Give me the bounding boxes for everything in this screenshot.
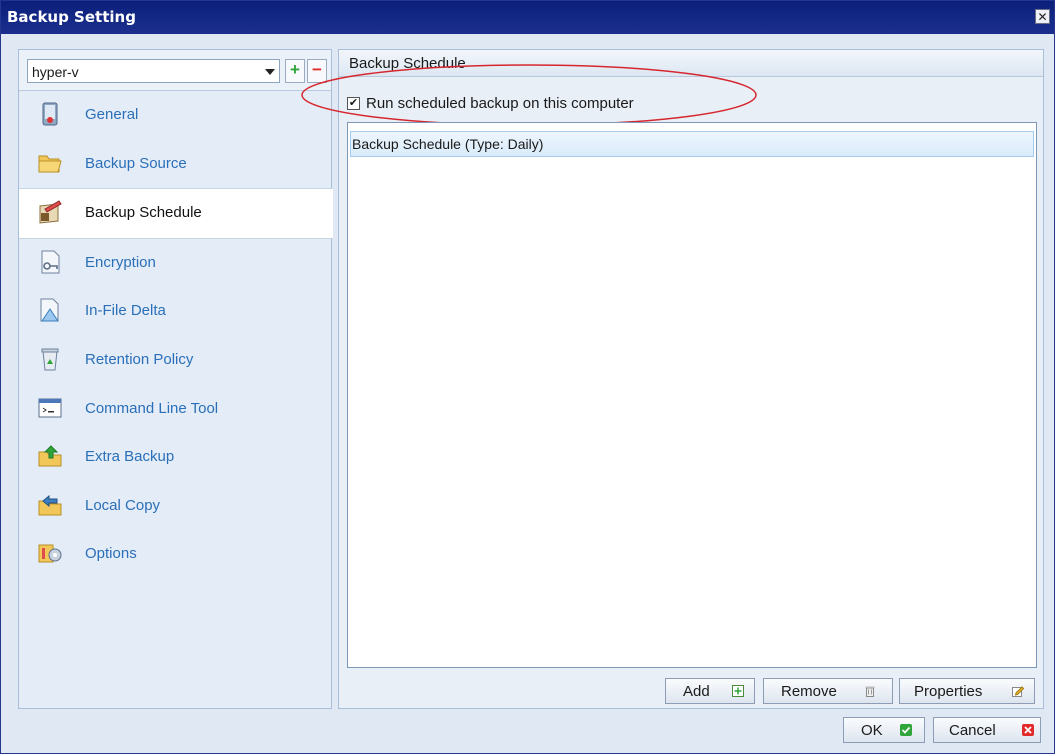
sidebar: hyper-v + − General Backup Source Backup… (18, 49, 333, 709)
add-icon (732, 685, 744, 697)
check-icon (900, 724, 912, 736)
panel-header: Backup Schedule (339, 50, 1043, 77)
remove-button[interactable]: Remove (763, 678, 893, 704)
sidebar-item-local-copy[interactable]: Local Copy (19, 482, 331, 531)
window-title: Backup Setting (7, 8, 136, 26)
properties-button[interactable]: Properties (899, 678, 1035, 704)
options-icon (38, 544, 62, 563)
sidebar-item-backup-source[interactable]: Backup Source (19, 140, 331, 189)
sidebar-item-label: Backup Schedule (85, 204, 202, 222)
sidebar-item-label: General (85, 106, 139, 123)
ok-button[interactable]: OK (843, 717, 925, 743)
checkbox-box[interactable]: ✔ (347, 97, 360, 110)
sidebar-item-general[interactable]: General (19, 91, 331, 140)
edit-icon (1012, 686, 1024, 697)
close-icon[interactable]: ✕ (1035, 9, 1050, 24)
sidebar-item-label: Retention Policy (85, 350, 194, 368)
cancel-button-label: Cancel (949, 722, 996, 739)
cancel-icon (1022, 724, 1034, 736)
chevron-down-icon[interactable] (265, 69, 275, 75)
sidebar-item-encryption[interactable]: Encryption (19, 239, 331, 288)
sidebar-item-in-file-delta[interactable]: In-File Delta (19, 287, 331, 336)
extra-backup-icon (38, 445, 62, 467)
backupset-dropdown[interactable]: hyper-v (27, 59, 280, 83)
backup-setting-window: Backup Setting ✕ hyper-v + − General Bac… (0, 0, 1055, 754)
command-line-icon (38, 398, 62, 418)
local-copy-icon (38, 494, 62, 516)
schedule-icon (39, 200, 62, 224)
trash-icon (865, 686, 875, 697)
sidebar-item-options[interactable]: Options (19, 530, 331, 579)
backupset-bar: hyper-v + − (19, 50, 331, 91)
sidebar-item-backup-schedule[interactable]: Backup Schedule (19, 188, 333, 239)
sidebar-item-command-line-tool[interactable]: Command Line Tool (19, 385, 331, 434)
folder-icon (38, 155, 62, 173)
remove-button-label: Remove (781, 683, 837, 700)
sidebar-item-label: Command Line Tool (85, 399, 219, 417)
add-button-label: Add (683, 683, 710, 700)
title-bar: Backup Setting ✕ (1, 1, 1054, 34)
main-panel: Backup Schedule ✔ Run scheduled backup o… (301, 49, 1044, 709)
sidebar-item-label: Local Copy (85, 496, 161, 514)
cancel-button[interactable]: Cancel (933, 717, 1041, 743)
page-title: Backup Schedule (349, 55, 466, 72)
sidebar-item-label: Backup Source (85, 154, 187, 172)
sidebar-item-extra-backup[interactable]: Extra Backup (19, 433, 331, 482)
schedule-list: Backup Schedule (Type: Daily) (347, 122, 1037, 668)
encryption-key-icon (41, 250, 60, 274)
sidebar-item-retention-policy[interactable]: Retention Policy (19, 336, 331, 385)
add-button[interactable]: Add (665, 678, 755, 704)
sidebar-item-label: In-File Delta (85, 302, 166, 320)
properties-button-label: Properties (914, 683, 983, 700)
sidebar-item-label: Extra Backup (85, 448, 175, 466)
general-icon (42, 102, 58, 126)
list-item[interactable]: Backup Schedule (Type: Daily) (350, 131, 1034, 157)
settings-nav: General Backup Source Backup Schedule En… (19, 91, 333, 579)
sidebar-item-label: Encryption (85, 253, 156, 271)
sidebar-item-label: Options (85, 545, 137, 563)
schedule-item-label: Backup Schedule (Type: Daily) (352, 136, 544, 152)
add-backupset-button[interactable]: + (285, 59, 305, 83)
checkbox-label: Run scheduled backup on this computer (366, 95, 634, 112)
backupset-value: hyper-v (32, 64, 79, 80)
ok-button-label: OK (861, 722, 883, 739)
remove-backupset-button[interactable]: − (307, 59, 327, 83)
delta-icon (40, 298, 59, 322)
recycle-bin-icon (41, 348, 59, 371)
